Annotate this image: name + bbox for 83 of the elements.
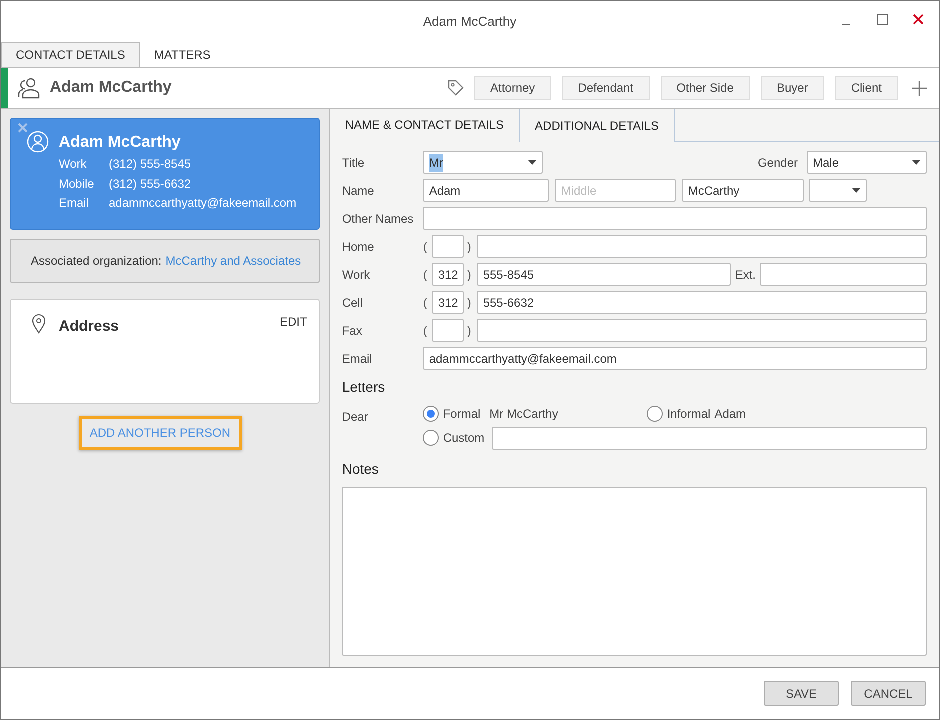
detail-value: (312) 555-6632	[109, 176, 192, 192]
section-heading: Letters	[342, 378, 386, 397]
paren: )	[467, 322, 472, 340]
field-label: Gender	[758, 154, 798, 172]
caret-icon	[528, 160, 538, 165]
footer-button[interactable]: SAVE	[764, 681, 839, 706]
paren: (	[423, 322, 428, 340]
address-title: Address	[59, 317, 120, 337]
phone-number-field[interactable]	[477, 319, 927, 342]
role-tag-button[interactable]: Buyer	[760, 76, 824, 100]
role-tag-button[interactable]: Other Side	[660, 76, 750, 100]
field-label: Other Names	[342, 210, 415, 228]
window-title: Adam McCarthy	[423, 13, 517, 32]
caret-icon	[852, 188, 862, 193]
role-tag-button[interactable]: Attorney	[474, 76, 552, 100]
section-heading: Notes	[342, 460, 380, 479]
extension-field[interactable]	[760, 263, 927, 286]
tab[interactable]: ADDITIONAL DETAILS	[519, 109, 676, 142]
caret-icon	[912, 160, 921, 165]
minimize-icon	[842, 23, 850, 26]
contact-name: Adam McCarthy	[50, 78, 172, 98]
input-field[interactable]: McCarthy	[682, 179, 804, 202]
area-code-field[interactable]	[432, 319, 464, 342]
detail-value: (312) 555-8545	[109, 156, 192, 173]
field-label: Title	[342, 154, 366, 172]
salutation-preview: Adam	[714, 406, 746, 423]
person-icon	[27, 131, 49, 153]
area-code-field[interactable]	[432, 235, 464, 258]
location-pin-icon	[32, 314, 46, 334]
paren: )	[467, 294, 472, 312]
paren: (	[423, 238, 428, 256]
email-field[interactable]: adammccarthyatty@fakeemail.com	[423, 347, 927, 370]
tag-icon	[447, 79, 466, 97]
input-field[interactable]: Adam	[423, 179, 550, 202]
field-label: Name	[342, 182, 376, 200]
remove-button[interactable]	[18, 123, 29, 134]
phone-number-field[interactable]	[477, 235, 927, 258]
footer-button[interactable]: CANCEL	[851, 681, 926, 706]
field-label: Dear	[342, 409, 370, 426]
input-field[interactable]	[423, 207, 927, 230]
field-label: Cell	[342, 294, 364, 312]
maximize-button[interactable]	[875, 12, 889, 26]
paren: )	[467, 238, 472, 256]
custom-salutation-field[interactable]	[492, 426, 927, 450]
field-label: Ext.	[735, 266, 756, 284]
dropdown[interactable]: Male	[807, 151, 927, 174]
paren: (	[423, 294, 428, 312]
status-strip	[1, 68, 8, 108]
detail-label: Mobile	[59, 176, 96, 192]
detail-value: adammccarthyatty@fakeemail.com	[109, 195, 298, 212]
role-tag-button[interactable]: Client	[835, 76, 898, 100]
dropdown[interactable]	[809, 179, 868, 202]
area-code-field[interactable]: 312	[432, 263, 464, 286]
person-name: Adam McCarthy	[59, 133, 182, 153]
radio-button[interactable]: Custom	[423, 429, 492, 447]
phone-number-field[interactable]: 555-8545	[477, 263, 732, 286]
salutation-preview: Mr McCarthy	[490, 406, 558, 423]
edit-button[interactable]: EDIT	[280, 313, 308, 331]
phone-number-field[interactable]: 555-6632	[477, 291, 927, 314]
field-label: Fax	[342, 322, 364, 340]
field-label: Work	[342, 266, 372, 284]
paren: (	[423, 266, 428, 284]
maximize-icon	[876, 14, 888, 24]
plus-icon	[912, 80, 926, 96]
paren: )	[467, 266, 472, 284]
notes-field[interactable]	[342, 487, 927, 656]
close-icon	[18, 123, 28, 133]
tab[interactable]: CONTACT DETAILS	[1, 42, 140, 67]
field-label: Email	[342, 350, 374, 368]
radio-button[interactable]: Formal	[423, 405, 481, 423]
field-label: Home	[342, 238, 376, 256]
detail-label: Email	[59, 195, 90, 212]
add-role-button[interactable]	[909, 78, 929, 98]
dropdown[interactable]: Mr	[423, 151, 544, 174]
organization-label: Associated organization:	[31, 253, 162, 270]
close-button[interactable]	[911, 12, 925, 26]
area-code-field[interactable]: 312	[432, 291, 464, 314]
detail-label: Work	[59, 156, 88, 173]
close-icon	[912, 14, 924, 24]
input-field[interactable]: Middle	[555, 179, 676, 202]
role-tag-button[interactable]: Defendant	[562, 76, 650, 100]
people-icon	[18, 77, 42, 99]
radio-button[interactable]: Informal	[647, 405, 711, 423]
